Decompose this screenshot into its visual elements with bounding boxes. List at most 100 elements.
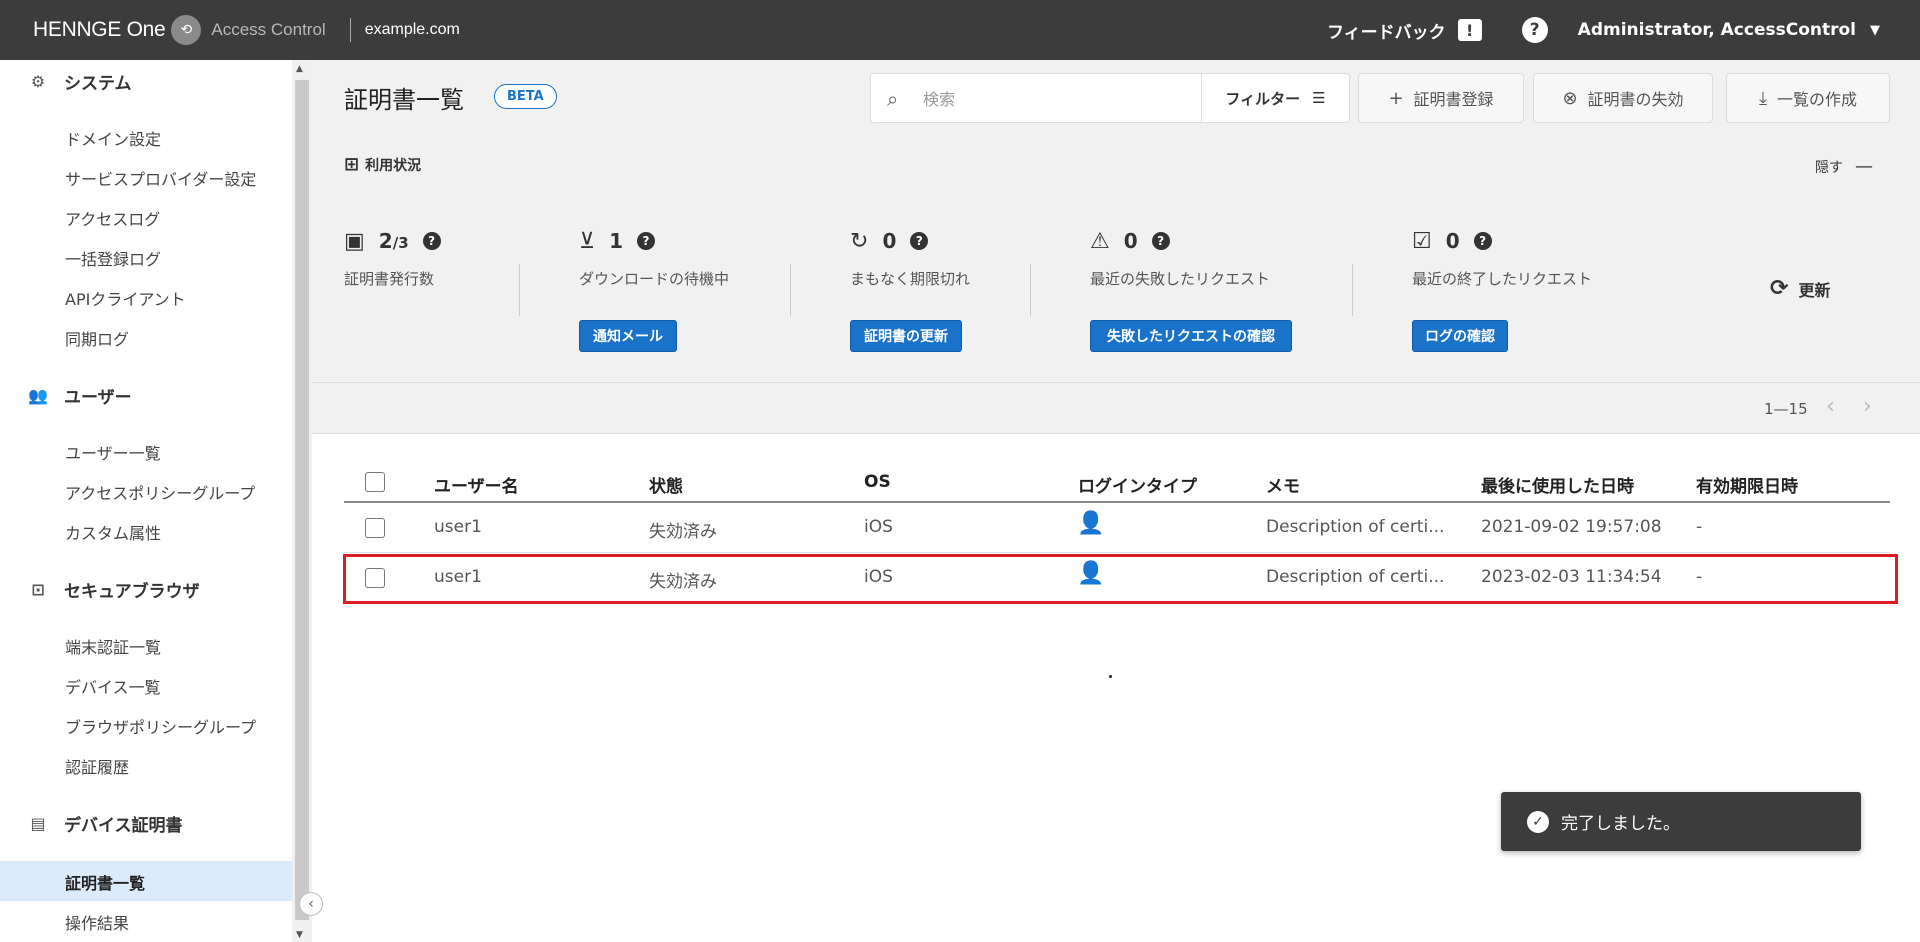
- sidebar-scrollbar[interactable]: ▲ ▼: [292, 60, 312, 942]
- sidebar-section-label: デバイス証明書: [64, 815, 183, 836]
- scroll-up-icon[interactable]: ▲: [296, 64, 303, 74]
- row-checkbox[interactable]: [365, 518, 385, 538]
- search-input[interactable]: [923, 86, 1183, 112]
- column-header-expires[interactable]: 有効期限日時: [1696, 472, 1798, 497]
- feedback-label: フィードバック: [1327, 22, 1446, 43]
- scrollbar-thumb[interactable]: [295, 80, 309, 920]
- sidebar-section-label: ユーザー: [64, 387, 132, 408]
- sidebar-item-user-list[interactable]: ユーザー一覧: [65, 440, 161, 464]
- export-list-label: 一覧の作成: [1776, 90, 1857, 109]
- sidebar-section-label: システム: [64, 73, 132, 94]
- table-header: ユーザー名 状態 OS ログインタイプ メモ 最後に使用した日時 有効期限日時: [344, 460, 1890, 503]
- help-icon[interactable]: ?: [1521, 17, 1548, 43]
- select-all-checkbox[interactable]: [365, 472, 385, 492]
- divider: [312, 382, 1920, 383]
- sidebar-item-sync-log[interactable]: 同期ログ: [65, 326, 129, 350]
- check-logs-button[interactable]: ログの確認: [1412, 320, 1508, 352]
- gear-icon: ⚙: [30, 71, 46, 91]
- stat-download-pending: ⊻ 1 ? ダウンロードの待機中: [579, 226, 729, 289]
- stat-certificates-issued: ▣ 2/3 ? 証明書発行数: [344, 226, 441, 289]
- register-certificate-label: 証明書登録: [1413, 90, 1494, 109]
- sidebar-item-auth-history[interactable]: 認証履歴: [65, 754, 129, 778]
- stat-value: 0: [1445, 229, 1460, 253]
- secure-browser-icon: ⊡: [31, 579, 45, 599]
- divider: [312, 433, 1920, 434]
- chevron-down-icon: ▼: [1870, 22, 1880, 38]
- table-row[interactable]: user1 失効済み iOS 👤 Description of certi...…: [344, 503, 1890, 553]
- check-failed-requests-button[interactable]: 失敗したリクエストの確認: [1090, 320, 1292, 352]
- cell-memo: Description of certi...: [1266, 567, 1445, 587]
- product-name: Access Control: [211, 20, 326, 39]
- column-header-os[interactable]: OS: [864, 472, 891, 492]
- cell-status: 失効済み: [649, 572, 717, 592]
- top-bar: HENNGE One ⟲ Access Control example.com …: [0, 0, 1920, 60]
- hide-usage-button[interactable]: 隠す —: [1815, 156, 1873, 177]
- cursor-dot: [1109, 675, 1112, 678]
- sidebar-item-api-clients[interactable]: APIクライアント: [65, 286, 186, 310]
- sidebar-section-label: セキュアブラウザ: [64, 581, 200, 602]
- sidebar-item-bulk-log[interactable]: 一括登録ログ: [65, 246, 161, 270]
- sidebar-item-access-policy-groups[interactable]: アクセスポリシーグループ: [65, 480, 255, 504]
- sidebar-section-system: ⚙ システム: [0, 65, 132, 97]
- usage-title: ⊞ 利用状況: [344, 154, 421, 175]
- register-certificate-button[interactable]: + 証明書登録: [1358, 73, 1524, 123]
- refresh-button[interactable]: ⟳ 更新: [1770, 276, 1830, 301]
- search-icon: ⌕: [887, 87, 899, 111]
- help-icon[interactable]: ?: [422, 232, 441, 250]
- sidebar-item-device-auth-list[interactable]: 端末認証一覧: [65, 634, 161, 658]
- sidebar-item-access-log[interactable]: アクセスログ: [65, 206, 160, 230]
- sidebar-section-device-certificates: ▤ デバイス証明書: [0, 807, 183, 839]
- cell-expires: -: [1696, 517, 1703, 537]
- stat-label: 証明書発行数: [344, 270, 435, 288]
- column-header-username[interactable]: ユーザー名: [434, 472, 519, 497]
- header-panel: 証明書一覧 BETA ⌕ フィルター ☰ + 証明書登録 ⊗ 証明書の失効 ⤓ …: [312, 60, 1920, 434]
- renew-certificate-button[interactable]: 証明書の更新: [850, 320, 962, 352]
- scroll-down-icon[interactable]: ▼: [296, 930, 303, 940]
- sidebar-item-operation-results[interactable]: 操作結果: [65, 910, 129, 934]
- brand-mark-icon: ⟲: [171, 15, 202, 45]
- user-menu[interactable]: Administrator, AccessControl ▼: [1578, 20, 1880, 40]
- cell-last-used: 2021-09-02 19:57:08: [1481, 517, 1662, 537]
- sidebar-section-users: 👥 ユーザー: [0, 379, 132, 411]
- column-header-last-used[interactable]: 最後に使用した日時: [1481, 472, 1634, 497]
- help-icon[interactable]: ?: [910, 232, 929, 250]
- search-bar: ⌕ フィルター ☰: [870, 73, 1350, 123]
- stat-divider: [1030, 264, 1031, 316]
- sidebar-item-browser-policy-groups[interactable]: ブラウザポリシーグループ: [65, 714, 256, 738]
- row-checkbox[interactable]: [365, 568, 385, 588]
- chevron-right-icon[interactable]: ›: [1863, 394, 1872, 419]
- stat-failed-requests: ⚠ 0 ? 最近の失敗したリクエスト: [1090, 226, 1270, 289]
- users-icon: 👥: [28, 385, 48, 405]
- sidebar-item-domain-settings[interactable]: ドメイン設定: [65, 126, 161, 150]
- help-icon[interactable]: ?: [1151, 232, 1170, 250]
- column-header-memo[interactable]: メモ: [1266, 472, 1300, 497]
- revoke-certificate-button[interactable]: ⊗ 証明書の失効: [1533, 73, 1713, 123]
- circle-x-icon: ⊗: [1562, 87, 1578, 109]
- sidebar-item-custom-attributes[interactable]: カスタム属性: [65, 520, 161, 544]
- help-icon[interactable]: ?: [1473, 232, 1492, 250]
- certificate-table: ユーザー名 状態 OS ログインタイプ メモ 最後に使用した日時 有効期限日時 …: [344, 460, 1890, 603]
- filter-button[interactable]: フィルター ☰: [1201, 74, 1349, 122]
- failed-request-icon: ⚠: [1090, 228, 1110, 254]
- column-header-login-type[interactable]: ログインタイプ: [1078, 472, 1197, 497]
- chevron-left-icon[interactable]: ‹: [1826, 394, 1835, 419]
- table-row[interactable]: user1 失効済み iOS 👤 Description of certi...…: [344, 553, 1890, 603]
- cell-memo: Description of certi...: [1266, 517, 1445, 537]
- certificate-icon: ▤: [30, 813, 46, 833]
- help-icon[interactable]: ?: [637, 232, 656, 250]
- sidebar: ⚙ システム ドメイン設定 サービスプロバイダー設定 アクセスログ 一括登録ログ…: [0, 60, 292, 942]
- feedback-icon: !: [1457, 19, 1482, 41]
- column-header-status[interactable]: 状態: [649, 472, 683, 497]
- feedback-button[interactable]: フィードバック !: [1327, 18, 1482, 43]
- stat-label: まもなく期限切れ: [850, 270, 971, 288]
- sliders-icon: ☰: [1312, 89, 1326, 107]
- sidebar-item-certificate-list[interactable]: 証明書一覧: [65, 870, 145, 894]
- filter-label: フィルター: [1225, 89, 1301, 108]
- revoke-certificate-label: 証明書の失効: [1587, 90, 1684, 109]
- notify-email-button[interactable]: 通知メール: [579, 320, 677, 352]
- export-list-button[interactable]: ⤓ 一覧の作成: [1726, 73, 1890, 123]
- sidebar-item-device-list[interactable]: デバイス一覧: [65, 674, 161, 698]
- brand-logo[interactable]: HENNGE One ⟲ Access Control: [33, 15, 326, 45]
- sidebar-item-service-provider-settings[interactable]: サービスプロバイダー設定: [65, 166, 256, 190]
- page-title: 証明書一覧: [344, 86, 464, 114]
